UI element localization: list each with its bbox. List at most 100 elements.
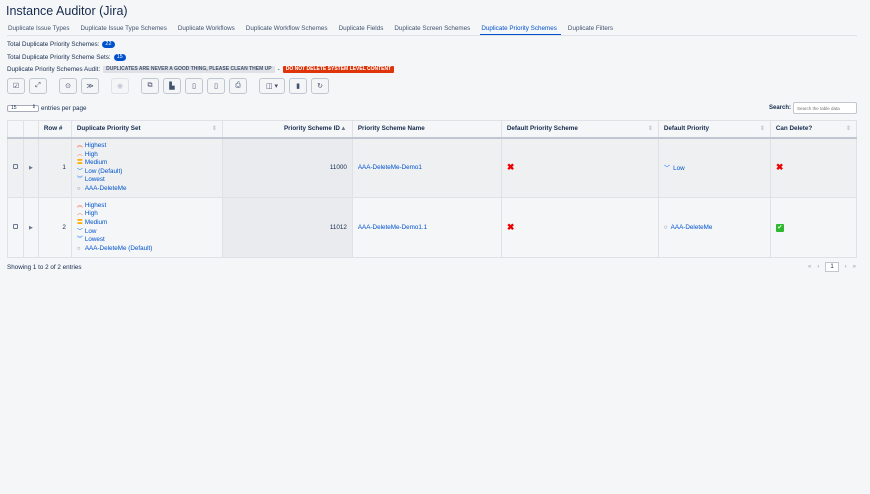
entries-select[interactable]: 15: [7, 105, 39, 112]
entries-label: entries per page: [41, 105, 87, 112]
eye-icon: ◉: [116, 83, 124, 90]
copy-button[interactable]: ⧉: [141, 78, 159, 94]
tab-duplicate-screen-schemes[interactable]: Duplicate Screen Schemes: [393, 24, 474, 35]
high-icon: ︿: [76, 151, 83, 158]
first-page-button[interactable]: «: [808, 264, 811, 270]
columns-icon: ◫ ▾: [265, 83, 279, 90]
header-label: Default Priority: [663, 125, 709, 133]
columns-button[interactable]: ◫ ▾: [259, 78, 285, 94]
sort-asc-icon: ▴: [341, 125, 345, 133]
col-default-scheme[interactable]: Default Priority Scheme ⇕: [500, 120, 659, 139]
expand-arrow-icon[interactable]: ▶: [29, 225, 33, 231]
lowest-icon: ︾: [76, 177, 83, 184]
last-page-button[interactable]: »: [853, 264, 856, 270]
sort-icon: ⇕: [759, 126, 765, 133]
priority-link[interactable]: High: [85, 210, 98, 217]
row-select[interactable]: [7, 197, 24, 258]
page-1-button[interactable]: 1: [825, 262, 839, 272]
header-label: Priority Scheme Name: [357, 125, 425, 133]
export-pdf-button[interactable]: ▯: [207, 78, 225, 94]
priority-link[interactable]: Highest: [85, 142, 106, 149]
priority-item: ︽ Highest: [77, 202, 217, 211]
check-icon: ✔: [775, 223, 784, 232]
col-can-delete[interactable]: Can Delete? ⇕: [769, 120, 858, 139]
low-icon: ﹀: [663, 165, 671, 173]
row-checkbox[interactable]: [13, 164, 18, 170]
view-button[interactable]: ◉: [111, 78, 129, 94]
priority-link[interactable]: AAA-DeleteMe (Default): [85, 245, 153, 252]
priority-set: ︽ Highest ︿ High 〓 Medium ﹀ Low ︾ Lowest ○ AAA-Dele…: [70, 197, 223, 258]
priority-item: ﹀ Low (Default): [77, 168, 217, 177]
col-default-priority[interactable]: Default Priority ⇕: [657, 120, 771, 139]
priority-link[interactable]: Medium: [85, 219, 107, 226]
priority-link[interactable]: AAA-DeleteMe: [85, 185, 127, 192]
label: Total Duplicate Priority Scheme Sets:: [7, 54, 111, 61]
tab-duplicate-filters[interactable]: Duplicate Filters: [567, 24, 617, 35]
scheme-name-cell: AAA-DeleteMe-Demo1: [351, 137, 502, 198]
high-icon: ︿: [76, 211, 83, 218]
prev-page-button[interactable]: ‹: [817, 264, 819, 270]
priority-link[interactable]: Lowest: [85, 176, 105, 183]
priority-item: ︿ High: [77, 210, 217, 219]
default-priority-cell: ﹀ Low: [657, 137, 771, 198]
row-expand[interactable]: ▶: [23, 197, 39, 258]
export-excel-button[interactable]: ▙: [163, 78, 181, 94]
priority-link[interactable]: Highest: [85, 202, 106, 209]
delete-button[interactable]: ▮: [289, 78, 307, 94]
search-label: Search:: [768, 105, 791, 111]
separator: -: [277, 66, 280, 73]
page-title: Instance Auditor (Jira): [6, 4, 128, 18]
col-row[interactable]: Row #: [37, 120, 72, 139]
count-badge: 15: [113, 54, 126, 61]
highest-icon: ︽: [76, 202, 83, 209]
col-id[interactable]: Priority Scheme ID ▴: [221, 120, 353, 139]
tab-duplicate-issue-types[interactable]: Duplicate Issue Types: [7, 24, 74, 35]
tab-duplicate-workflow-schemes[interactable]: Duplicate Workflow Schemes: [245, 24, 332, 35]
priority-item: 〓 Medium: [77, 219, 217, 228]
expand-rows-button[interactable]: ⊙: [59, 78, 77, 94]
priority-link[interactable]: Low (Default): [85, 168, 122, 175]
default-priority-link[interactable]: AAA-DeleteMe: [671, 224, 713, 231]
priority-link[interactable]: Low: [85, 228, 97, 235]
label: Duplicate Priority Schemes Audit:: [7, 66, 101, 73]
priority-item: ○ AAA-DeleteMe: [77, 185, 217, 194]
scheme-name-link[interactable]: AAA-DeleteMe-Demo1: [358, 164, 422, 171]
priority-link[interactable]: High: [85, 151, 98, 158]
tab-duplicate-issue-type-schemes[interactable]: Duplicate Issue Type Schemes: [80, 24, 171, 35]
search-input[interactable]: [793, 102, 857, 114]
tab-duplicate-workflows[interactable]: Duplicate Workflows: [177, 24, 239, 35]
row-expand[interactable]: ▶: [23, 137, 39, 198]
row-select[interactable]: [7, 137, 24, 198]
default-priority-link[interactable]: Low: [673, 165, 685, 172]
export-csv-button[interactable]: ▯: [185, 78, 203, 94]
priority-link[interactable]: Lowest: [85, 236, 105, 243]
tab-duplicate-priority-schemes[interactable]: Duplicate Priority Schemes: [480, 24, 561, 35]
priority-item: 〓 Medium: [77, 159, 217, 168]
audit-line: Duplicate Priority Schemes Audit: DUPLICA…: [7, 66, 395, 73]
refresh-button[interactable]: ↻: [311, 78, 329, 94]
can-delete-cell: ✖: [769, 137, 858, 198]
row-checkbox[interactable]: [13, 224, 18, 229]
header-label: Can Delete?: [775, 125, 813, 133]
expand-icon: ⤢: [35, 82, 41, 89]
tab-duplicate-fields[interactable]: Duplicate Fields: [338, 24, 388, 35]
print-icon: ⎙: [235, 82, 241, 89]
expand-arrow-icon[interactable]: ▶: [29, 165, 33, 171]
print-button[interactable]: ⎙: [229, 78, 247, 94]
scheme-name-link[interactable]: AAA-DeleteMe-Demo1.1: [358, 224, 427, 231]
default-scheme-cell: ✖: [500, 137, 659, 198]
excel-icon: ▙: [169, 83, 175, 90]
low-icon: ﹀: [76, 168, 83, 175]
copy-icon: ⧉: [147, 82, 153, 89]
low-icon: ﹀: [76, 228, 83, 235]
col-name[interactable]: Priority Scheme Name: [351, 120, 502, 139]
tab-bar: Duplicate Issue Types Duplicate Issue Typ…: [7, 24, 857, 36]
select-all-button[interactable]: ☑: [7, 78, 25, 94]
collapse-button[interactable]: ≫: [81, 78, 99, 94]
expand-button[interactable]: ⤢: [29, 78, 47, 94]
col-set[interactable]: Duplicate Priority Set ⇕: [70, 120, 223, 139]
priority-link[interactable]: Medium: [85, 159, 107, 166]
table-row: ▶ 1 ︽ Highest ︿ High 〓 Medium ﹀ Low (Default) ︾ L…: [7, 137, 858, 198]
next-page-button[interactable]: ›: [845, 264, 847, 270]
medium-icon: 〓: [76, 160, 83, 167]
